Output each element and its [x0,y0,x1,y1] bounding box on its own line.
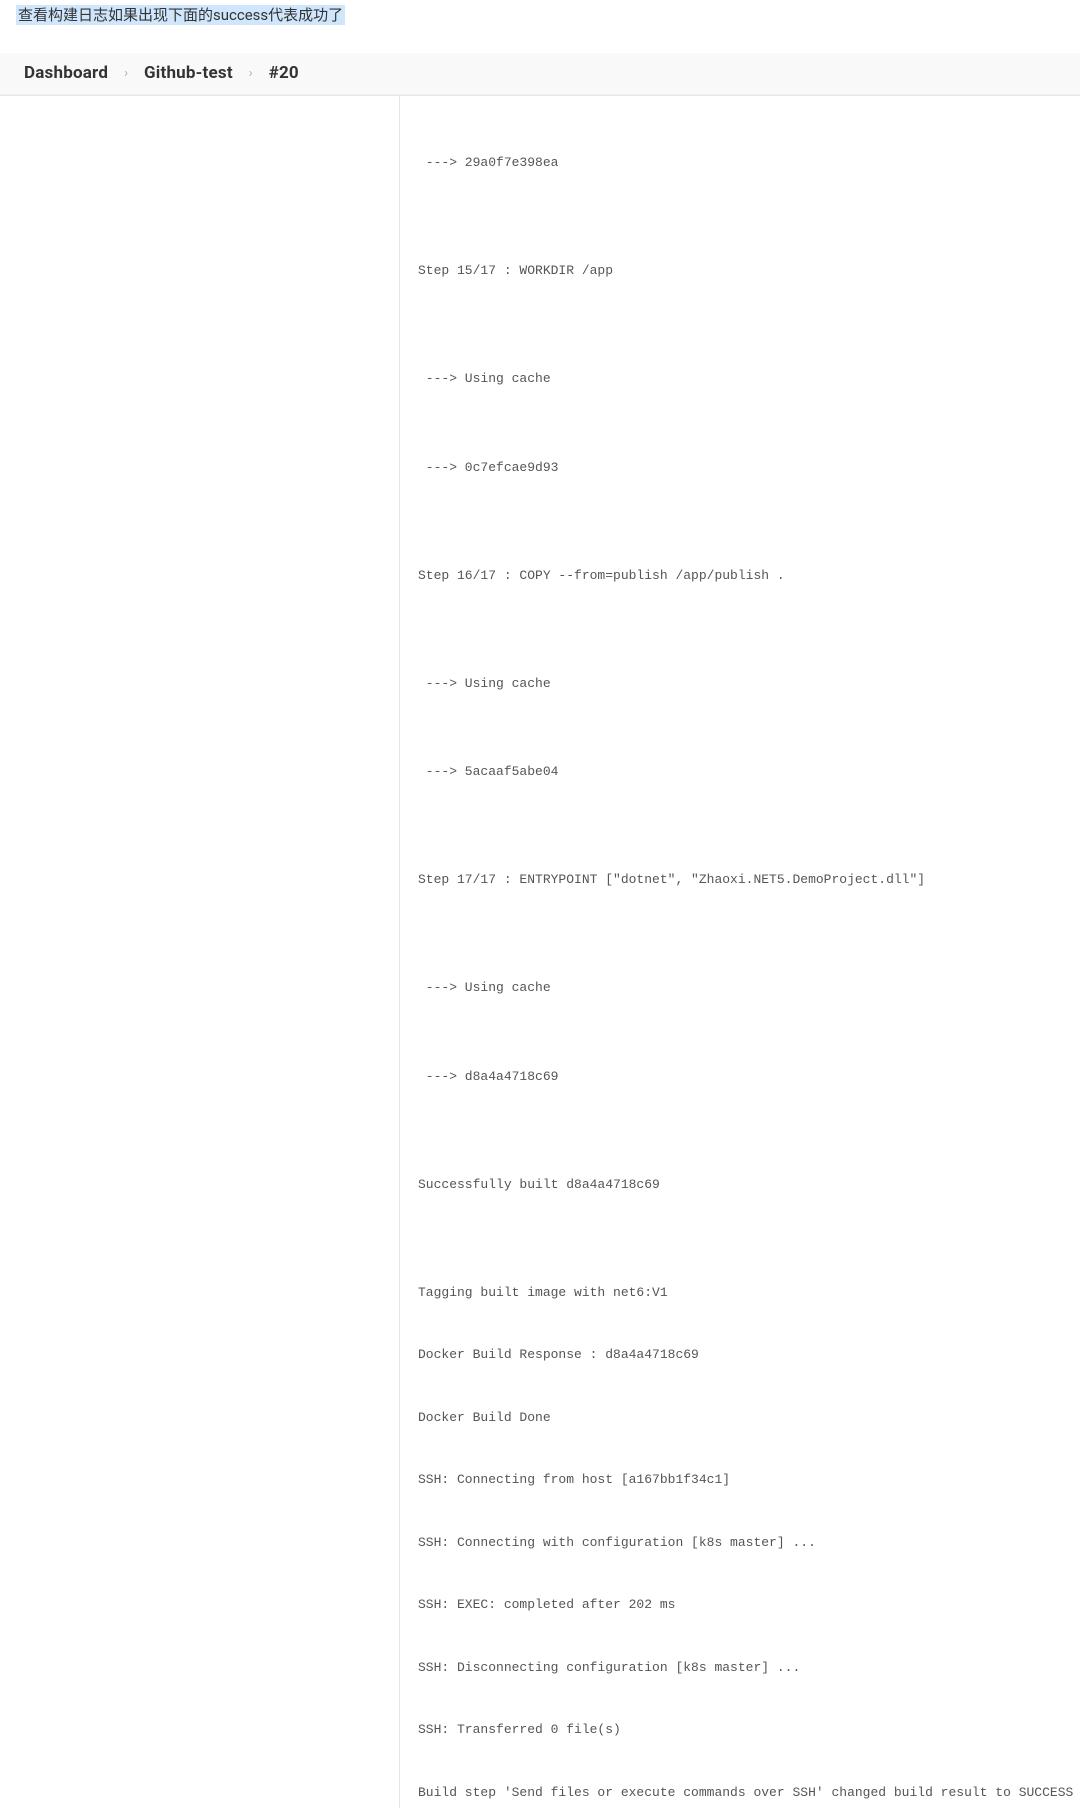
console-line: Build step 'Send files or execute comman… [418,1783,1073,1803]
console-line: Docker Build Response : d8a4a4718c69 [418,1345,1073,1365]
console-line: ---> Using cache [418,674,1073,694]
console-line: SSH: Transferred 0 file(s) [418,1720,1073,1740]
breadcrumb-build-number[interactable]: #20 [269,63,299,83]
console-line: Tagging built image with net6:V1 [418,1283,1073,1303]
console-output: ---> 29a0f7e398ea Step 15/17 : WORKDIR /… [400,96,1080,1808]
content-area: ---> 29a0f7e398ea Step 15/17 : WORKDIR /… [0,96,1080,1808]
caption-text: 查看构建日志如果出现下面的success代表成功了 [16,5,345,25]
console-line: Step 17/17 : ENTRYPOINT ["dotnet", "Zhao… [418,870,1073,890]
chevron-right-icon: › [249,66,253,81]
console-line: Step 15/17 : WORKDIR /app [418,261,1073,281]
console-line: SSH: Connecting with configuration [k8s … [418,1533,1073,1553]
side-panel [0,96,400,1808]
console-line: SSH: Disconnecting configuration [k8s ma… [418,1658,1073,1678]
page-caption: 查看构建日志如果出现下面的success代表成功了 [0,0,1080,29]
console-line: ---> 0c7efcae9d93 [418,458,1073,478]
console-line: SSH: EXEC: completed after 202 ms [418,1595,1073,1615]
console-line: ---> d8a4a4718c69 [418,1067,1073,1087]
chevron-right-icon: › [124,66,128,81]
breadcrumb: Dashboard › Github-test › #20 [24,63,1056,83]
console-line: SSH: Connecting from host [a167bb1f34c1] [418,1470,1073,1490]
breadcrumb-bar: Dashboard › Github-test › #20 [0,53,1080,96]
breadcrumb-dashboard[interactable]: Dashboard [24,63,108,83]
breadcrumb-project[interactable]: Github-test [144,63,233,83]
console-line: ---> 5acaaf5abe04 [418,762,1073,782]
console-line: ---> Using cache [418,978,1073,998]
console-line: Step 16/17 : COPY --from=publish /app/pu… [418,566,1073,586]
console-line: Docker Build Done [418,1408,1073,1428]
console-line: ---> 29a0f7e398ea [418,153,1073,173]
console-line: Successfully built d8a4a4718c69 [418,1175,1073,1195]
console-line: ---> Using cache [418,369,1073,389]
